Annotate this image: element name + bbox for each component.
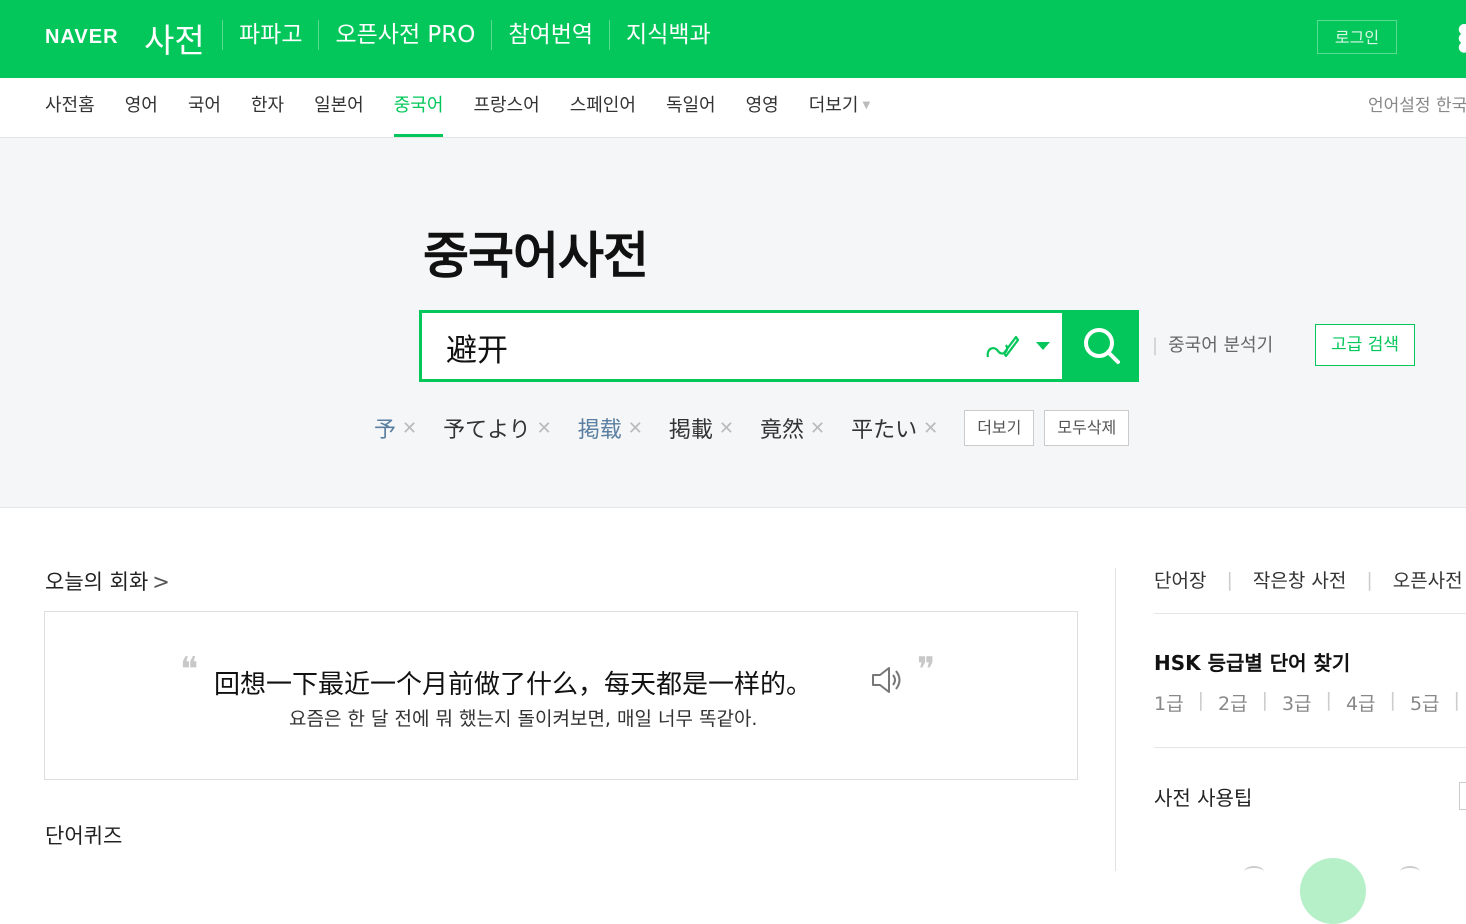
tab-dict-home[interactable]: 사전홈 (30, 78, 110, 137)
tab-more-label: 더보기 (808, 95, 859, 116)
close-icon[interactable]: ✕ (402, 418, 417, 439)
right-tabs: 단어장 | 작은창 사전 | 오픈사전 (1154, 566, 1463, 593)
hsk-grade-5[interactable]: 5급 (1410, 689, 1440, 716)
hsk-grades: 1급| 2급| 3급| 4급| 5급| 6급 (1154, 689, 1466, 716)
close-icon[interactable]: ✕ (628, 418, 643, 439)
tab-english[interactable]: 영어 (110, 78, 173, 137)
top-nav-papago[interactable]: 파파고 (222, 20, 318, 50)
divider (1154, 613, 1466, 614)
divider: | (1366, 568, 1373, 591)
recent-word[interactable]: 掲载 (578, 412, 622, 444)
dict-tips-title: 사전 사용팁 (1154, 786, 1253, 810)
top-nav-encyclopedia[interactable]: 지식백과 (609, 20, 727, 50)
chinese-analyzer-link[interactable]: | 중국어 분석기 (1152, 331, 1273, 357)
divider: | (1197, 689, 1204, 711)
recent-word[interactable]: 予 (374, 412, 396, 444)
decorative-circle (1300, 858, 1366, 924)
tab-more[interactable]: 더보기 ▼ (794, 78, 885, 137)
decorative-shape (1400, 866, 1420, 878)
tab-hanja[interactable]: 한자 (236, 78, 299, 137)
conversation-chinese: 回想一下最近一个月前做了什么，每天都是一样的。 (214, 670, 813, 700)
recent-searches: 予 ✕ 予てより ✕ 掲载 ✕ 掲載 ✕ 竟然 ✕ 平たい ✕ 더보기 모두삭제 (374, 410, 1139, 446)
tab-spanish[interactable]: 스페인어 (555, 78, 651, 137)
tab-german[interactable]: 독일어 (651, 78, 731, 137)
divider: | (1261, 689, 1268, 711)
recent-item: 平たい ✕ (851, 412, 938, 444)
word-quiz-title: 단어퀴즈 (45, 824, 123, 848)
language-tabs: 사전홈 영어 국어 한자 일본어 중국어 프랑스어 스페인어 독일어 영영 더보… (0, 78, 1466, 138)
open-dict-link[interactable]: 오픈사전 (1393, 566, 1463, 593)
page-title: 중국어사전 (423, 227, 649, 285)
recent-word[interactable]: 予てより (443, 412, 531, 444)
wordbook-link[interactable]: 단어장 (1154, 566, 1206, 593)
tab-korean[interactable]: 국어 (173, 78, 236, 137)
hsk-grade-4[interactable]: 4급 (1346, 689, 1376, 716)
hsk-grade-1[interactable]: 1급 (1154, 689, 1184, 716)
divider: | (1325, 689, 1332, 711)
dropdown-icon[interactable] (1036, 342, 1050, 350)
recent-word[interactable]: 平たい (851, 412, 917, 444)
decorative-shape (1244, 866, 1264, 878)
conversation-card: ❝ 回想一下最近一个月前做了什么，每天都是一样的。 ❞ 요즘은 한 달 전에 뭐… (44, 611, 1078, 780)
close-icon[interactable]: ✕ (810, 418, 825, 439)
advanced-search-button[interactable]: 고급 검색 (1315, 324, 1415, 366)
search-icon (1084, 328, 1120, 364)
recent-item: 予てより ✕ (443, 412, 552, 444)
today-conversation-link[interactable]: 오늘의 회화 > (45, 566, 170, 596)
divider: | (1389, 689, 1396, 711)
quote-open-icon: ❝ (180, 650, 199, 690)
recent-word[interactable]: 竟然 (760, 412, 804, 444)
divider (1154, 747, 1466, 748)
divider: | (1453, 689, 1460, 711)
top-bar: NAVER 사전 파파고 오픈사전 PRO 참여번역 지식백과 로그인 ● ● ● (0, 0, 1466, 78)
recent-more-button[interactable]: 더보기 (964, 410, 1035, 446)
delete-all-button[interactable]: 모두삭제 (1044, 410, 1130, 446)
tips-nav-button[interactable] (1459, 782, 1466, 810)
kebab-icon[interactable]: ● ● ● (1458, 22, 1466, 54)
top-nav-opendict-pro[interactable]: 오픈사전 PRO (318, 20, 491, 50)
tab-french[interactable]: 프랑스어 (458, 78, 554, 137)
today-conversation-title: 오늘의 회화 (45, 570, 149, 594)
recent-item: 竟然 ✕ (760, 412, 825, 444)
top-nav-participation[interactable]: 참여번역 (491, 20, 609, 50)
chevron-right-icon: > (152, 570, 170, 594)
pen-icon[interactable] (984, 331, 1020, 363)
recent-item: 掲載 ✕ (669, 412, 734, 444)
divider: | (1226, 568, 1233, 591)
conversation-korean: 요즘은 한 달 전에 뭐 했는지 돌이켜보면, 매일 너무 똑같아. (289, 708, 758, 730)
search-box (419, 310, 1065, 382)
top-nav: 파파고 오픈사전 PRO 참여번역 지식백과 (222, 20, 727, 50)
quote-close-icon: ❞ (917, 650, 936, 690)
language-setting[interactable]: 언어설정 한국 (1368, 78, 1466, 134)
recent-word[interactable]: 掲載 (669, 412, 713, 444)
caret-down-icon: ▼ (862, 100, 871, 111)
close-icon[interactable]: ✕ (923, 418, 938, 439)
hsk-title: HSK 등급별 단어 찾기 (1154, 651, 1351, 675)
tab-japanese[interactable]: 일본어 (299, 78, 379, 137)
tab-chinese[interactable]: 중국어 (379, 78, 459, 137)
hsk-grade-2[interactable]: 2급 (1218, 689, 1248, 716)
mini-dict-link[interactable]: 작은창 사전 (1253, 566, 1346, 593)
divider: | (1152, 335, 1159, 356)
login-button[interactable]: 로그인 (1317, 20, 1397, 54)
service-title[interactable]: 사전 (144, 14, 205, 62)
column-divider (1115, 568, 1116, 871)
recent-item: 掲载 ✕ (578, 412, 643, 444)
recent-item: 予 ✕ (374, 412, 417, 444)
tab-english-english[interactable]: 영영 (731, 78, 794, 137)
search-button[interactable] (1065, 310, 1139, 382)
close-icon[interactable]: ✕ (719, 418, 734, 439)
hsk-grade-3[interactable]: 3급 (1282, 689, 1312, 716)
analyzer-label: 중국어 분석기 (1168, 335, 1274, 356)
search-input[interactable] (444, 325, 968, 369)
close-icon[interactable]: ✕ (537, 418, 552, 439)
search-hero: 중국어사전 |중국어 분석기 고급 검색 予✕ 予てより✕ 掲载✕ 掲載✕ 竟然… (0, 138, 1466, 508)
naver-logo[interactable]: NAVER (45, 26, 119, 49)
speaker-icon[interactable] (869, 664, 905, 696)
